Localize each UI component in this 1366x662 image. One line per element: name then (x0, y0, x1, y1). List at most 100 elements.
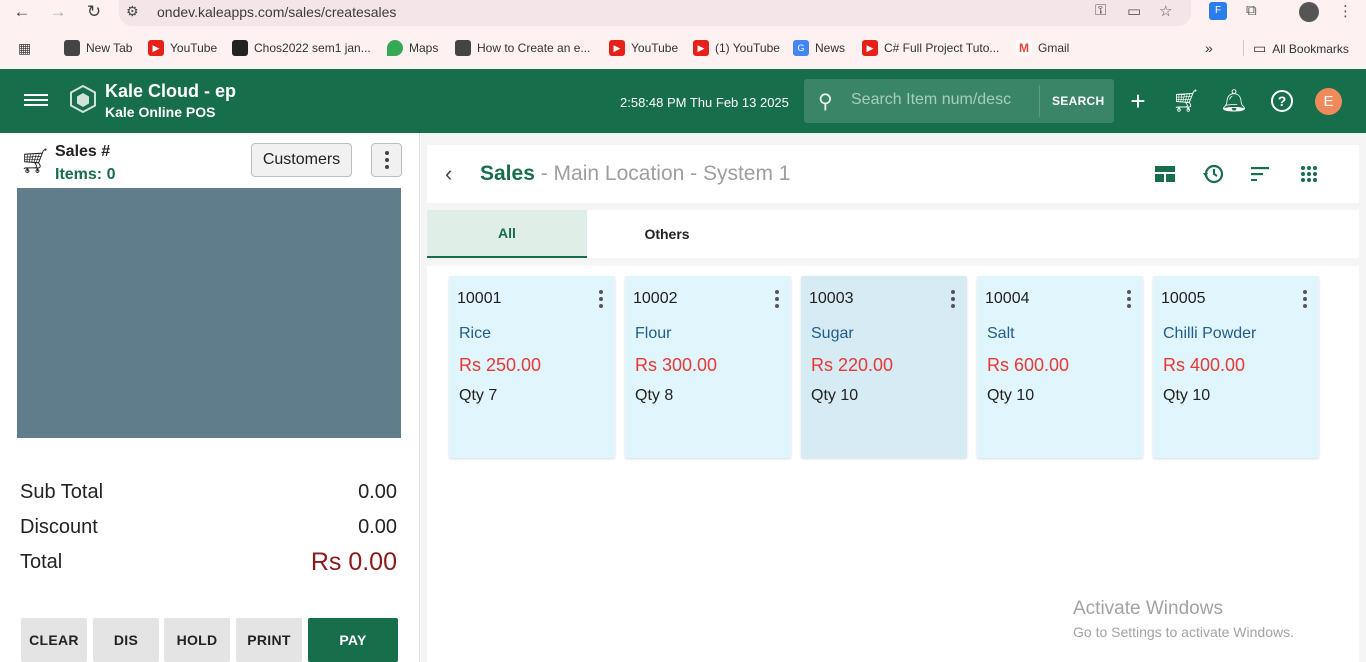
sort-icon[interactable] (1247, 160, 1275, 188)
brand-title: Kale Cloud - ep (105, 81, 237, 101)
product-card[interactable]: 10004 Salt Rs 600.00 Qty 10 (977, 276, 1143, 458)
product-name: Sugar (811, 325, 854, 342)
more-vert-icon[interactable] (775, 290, 779, 308)
product-name: Flour (635, 325, 672, 342)
back-arrow-icon[interactable]: ← (10, 0, 34, 24)
youtube-icon: ▶ (693, 40, 709, 56)
bookmark-item[interactable]: G News (793, 40, 845, 56)
youtube-icon: ▶ (609, 40, 625, 56)
product-price: Rs 220.00 (811, 355, 894, 375)
title-bar: ‹ Sales - Main Location - System 1 (427, 145, 1359, 203)
bookmark-item[interactable]: ▶ YouTube (609, 40, 678, 56)
search-box: ⚲ SEARCH (804, 79, 1114, 123)
product-card[interactable]: 10003 Sugar Rs 220.00 Qty 10 (801, 276, 967, 458)
youtube-icon: ▶ (862, 40, 878, 56)
product-code: 10002 (633, 290, 678, 307)
globe-icon (64, 40, 80, 56)
extensions-puzzle-icon[interactable]: ⧉ (1246, 2, 1257, 19)
cart-panel: 🛒︎ Sales # Items: 0 Customers Sub Total … (0, 133, 420, 662)
product-card[interactable]: 10001 Rice Rs 250.00 Qty 7 (449, 276, 615, 458)
total-row: Total Rs 0.00 (20, 548, 397, 577)
hamburger-menu-icon[interactable] (24, 91, 48, 111)
watermark-title: Activate Windows (1073, 598, 1223, 619)
bookmark-item[interactable]: Maps (387, 40, 438, 56)
install-app-icon[interactable]: ▭ (1127, 2, 1141, 20)
product-code: 10005 (1161, 290, 1206, 307)
bookmark-star-icon[interactable]: ☆ (1159, 2, 1172, 20)
menu-kebab-icon[interactable]: ⋮ (1338, 2, 1353, 20)
apps-grid-icon[interactable] (1295, 160, 1323, 188)
product-code: 10001 (457, 290, 502, 307)
page-title-main: Sales (480, 162, 535, 185)
cart-items-area (17, 188, 401, 438)
bookmark-item[interactable]: Chos2022 sem1 jan... (232, 40, 371, 56)
shopping-cart-icon[interactable]: 🛒︎ (1172, 87, 1200, 115)
clear-button[interactable]: CLEAR (21, 618, 87, 662)
chevron-left-icon[interactable]: ‹ (445, 161, 452, 187)
user-avatar[interactable]: E (1315, 88, 1342, 115)
product-qty: Qty 8 (635, 387, 674, 404)
datetime-display: 2:58:48 PM Thu Feb 13 2025 (620, 95, 789, 110)
search-input[interactable] (851, 91, 1031, 109)
bookmark-item[interactable]: ▶ C# Full Project Tuto... (862, 40, 999, 56)
extension-icon[interactable]: F (1209, 2, 1227, 20)
site-info-icon[interactable]: ⚙ (126, 3, 139, 20)
tab-others[interactable]: Others (587, 210, 747, 258)
total-value: Rs 0.00 (310, 548, 397, 576)
product-price: Rs 250.00 (459, 355, 542, 375)
bookmarks-bar: ▦ New Tab ▶ YouTube Chos2022 sem1 jan... … (0, 36, 1366, 60)
more-vert-icon[interactable] (599, 290, 603, 308)
bookmark-item[interactable]: M Gmail (1016, 40, 1069, 56)
apps-grid-icon[interactable]: ▦ (18, 40, 31, 57)
browser-chrome: ← → ↻ ⚙ ondev.kaleapps.com/sales/creates… (0, 0, 1366, 69)
product-card[interactable]: 10005 Chilli Powder Rs 400.00 Qty 10 (1153, 276, 1319, 458)
site-icon (232, 40, 248, 56)
notifications-bell-icon[interactable]: 🔔︎ (1220, 87, 1248, 115)
page-title: Sales - Main Location - System 1 (480, 162, 791, 186)
print-button[interactable]: PRINT (236, 618, 302, 662)
more-bookmarks-chevron-icon[interactable]: » (1205, 40, 1213, 56)
add-icon[interactable]: + (1124, 86, 1152, 116)
maps-icon (387, 40, 403, 56)
bookmark-item[interactable]: ▶ (1) YouTube (693, 40, 780, 56)
url-text[interactable]: ondev.kaleapps.com/sales/createsales (157, 4, 396, 20)
bookmark-item[interactable]: ▶ YouTube (148, 40, 217, 56)
discount-button[interactable]: DIS (93, 618, 159, 662)
more-vert-icon[interactable] (1127, 290, 1131, 308)
discount-label: Discount (20, 516, 98, 538)
youtube-icon: ▶ (148, 40, 164, 56)
tab-all[interactable]: All (427, 210, 587, 258)
profile-avatar-icon[interactable] (1299, 2, 1319, 22)
more-vert-icon[interactable] (1303, 290, 1307, 308)
product-price: Rs 400.00 (1163, 355, 1246, 375)
product-name: Rice (459, 325, 492, 342)
help-icon[interactable]: ? (1268, 87, 1296, 115)
bookmark-item[interactable]: New Tab (64, 40, 132, 56)
hold-button[interactable]: HOLD (164, 618, 230, 662)
product-qty: Qty 10 (1163, 387, 1211, 404)
layout-view-icon[interactable] (1151, 160, 1179, 188)
password-key-icon[interactable]: ⚿ (1095, 2, 1106, 19)
more-options-button[interactable] (371, 143, 402, 177)
product-name: Chilli Powder (1163, 325, 1257, 342)
search-button[interactable]: SEARCH (1052, 94, 1104, 108)
product-code: 10004 (985, 290, 1030, 307)
subtotal-value: 0.00 (358, 481, 397, 503)
bookmark-item[interactable]: How to Create an e... (455, 40, 590, 56)
product-qty: Qty 10 (811, 387, 859, 404)
customers-button[interactable]: Customers (251, 143, 352, 177)
pay-button[interactable]: PAY (308, 618, 398, 662)
product-card[interactable]: 10002 Flour Rs 300.00 Qty 8 (625, 276, 791, 458)
globe-icon (455, 40, 471, 56)
all-bookmarks[interactable]: ▭ All Bookmarks (1253, 40, 1349, 57)
products-panel: ‹ Sales - Main Location - System 1 All O… (421, 133, 1366, 662)
product-price: Rs 300.00 (635, 355, 718, 375)
more-vert-icon[interactable] (951, 290, 955, 308)
app-header: Kale Cloud - ep Kale Online POS 2:58:48 … (0, 69, 1366, 133)
history-icon[interactable] (1199, 160, 1227, 188)
kale-logo-icon (70, 85, 96, 113)
reload-icon[interactable]: ↻ (82, 0, 106, 24)
forward-arrow-icon[interactable]: → (46, 0, 70, 24)
discount-row: Discount 0.00 (20, 516, 397, 539)
search-icon: ⚲ (818, 91, 833, 113)
